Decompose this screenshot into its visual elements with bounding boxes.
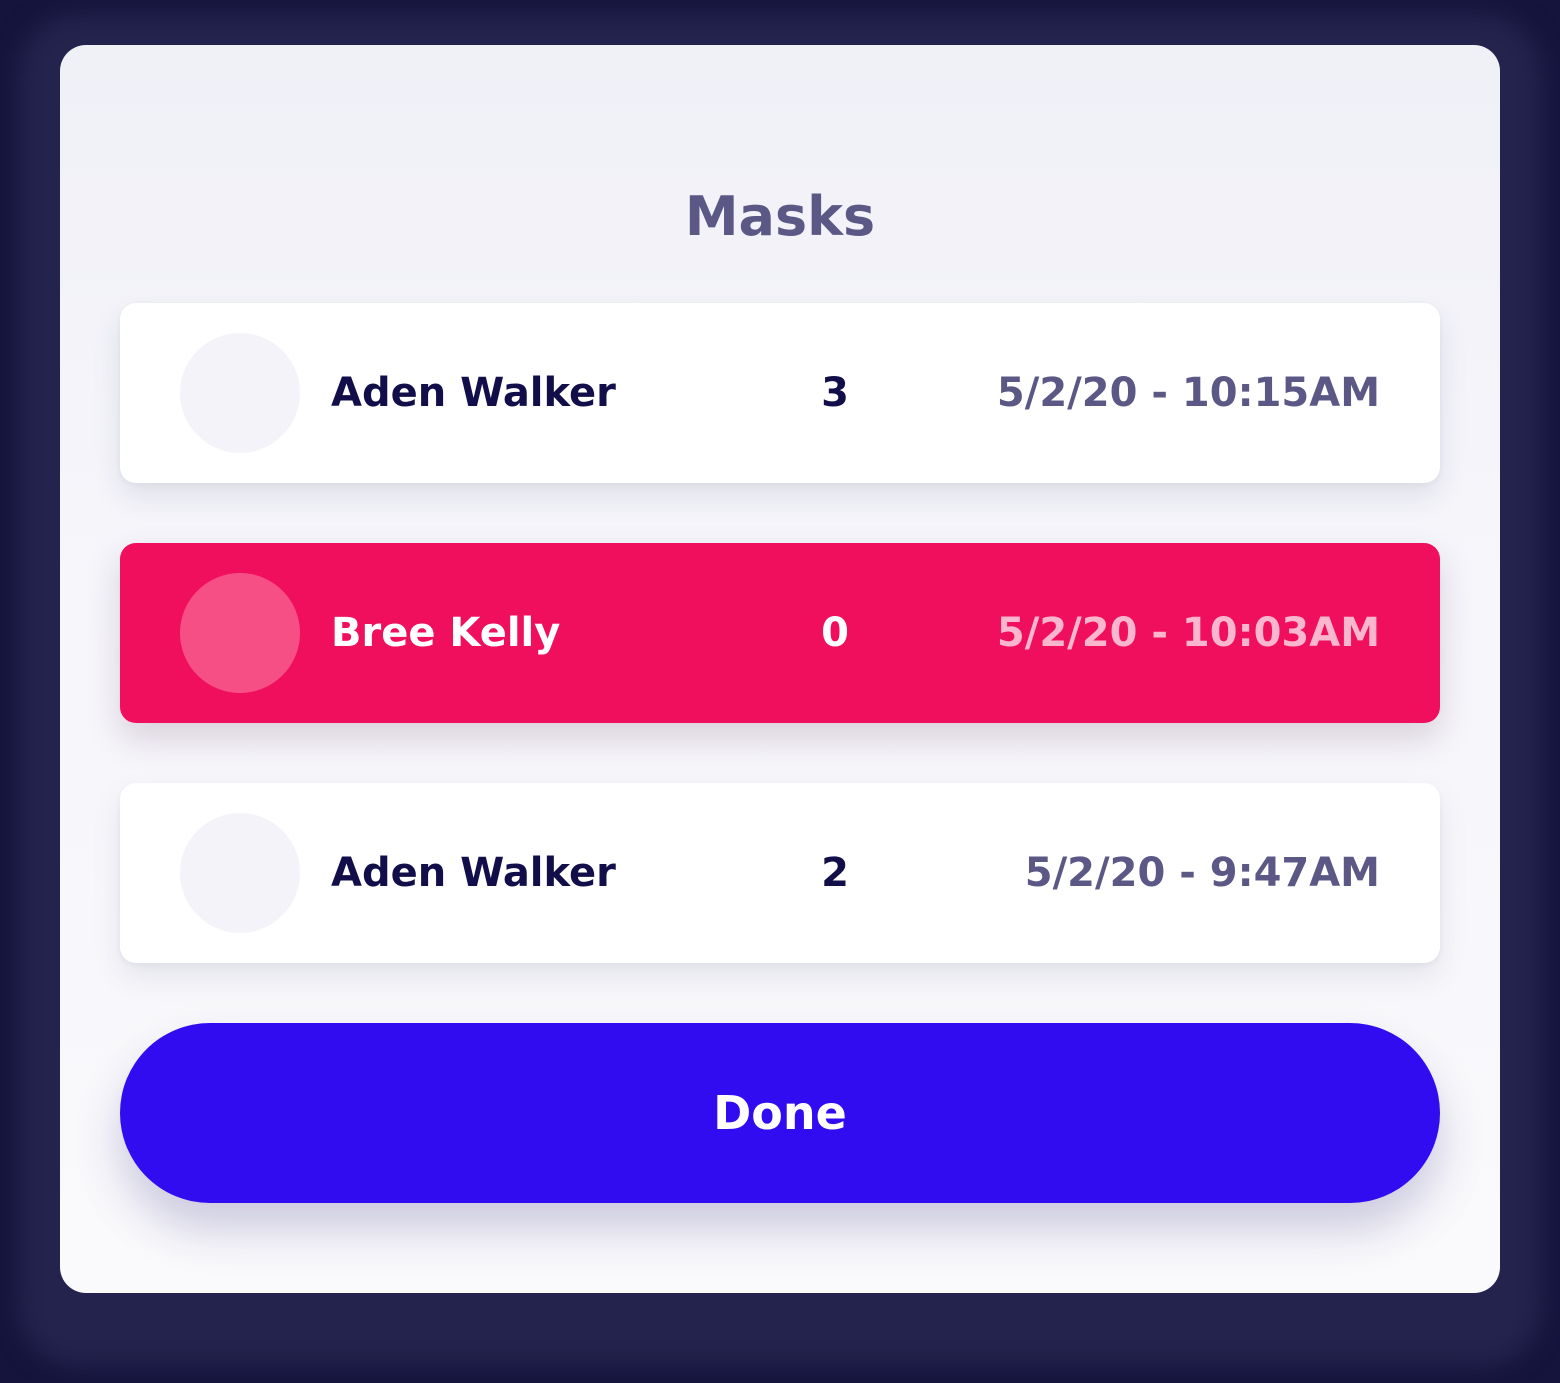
person-name: Bree Kelly [331, 610, 561, 656]
avatar [180, 573, 300, 693]
timestamp: 5/2/20 - 9:47AM [1024, 850, 1380, 896]
timestamp: 5/2/20 - 10:15AM [996, 370, 1380, 416]
avatar [180, 333, 300, 453]
done-button[interactable]: Done [120, 1023, 1440, 1203]
mask-count: 3 [821, 370, 849, 416]
mask-count: 0 [821, 610, 849, 656]
list-item[interactable]: Aden Walker 3 5/2/20 - 10:15AM [120, 303, 1440, 483]
avatar [180, 813, 300, 933]
person-name: Aden Walker [331, 370, 616, 416]
list-item[interactable]: Aden Walker 2 5/2/20 - 9:47AM [120, 783, 1440, 963]
person-name: Aden Walker [331, 850, 616, 896]
timestamp: 5/2/20 - 10:03AM [996, 610, 1380, 656]
list-item-selected[interactable]: Bree Kelly 0 5/2/20 - 10:03AM [120, 543, 1440, 723]
masks-modal: Masks Aden Walker 3 5/2/20 - 10:15AM Bre… [60, 45, 1500, 1293]
modal-title: Masks [684, 185, 876, 248]
mask-count: 2 [821, 850, 849, 896]
